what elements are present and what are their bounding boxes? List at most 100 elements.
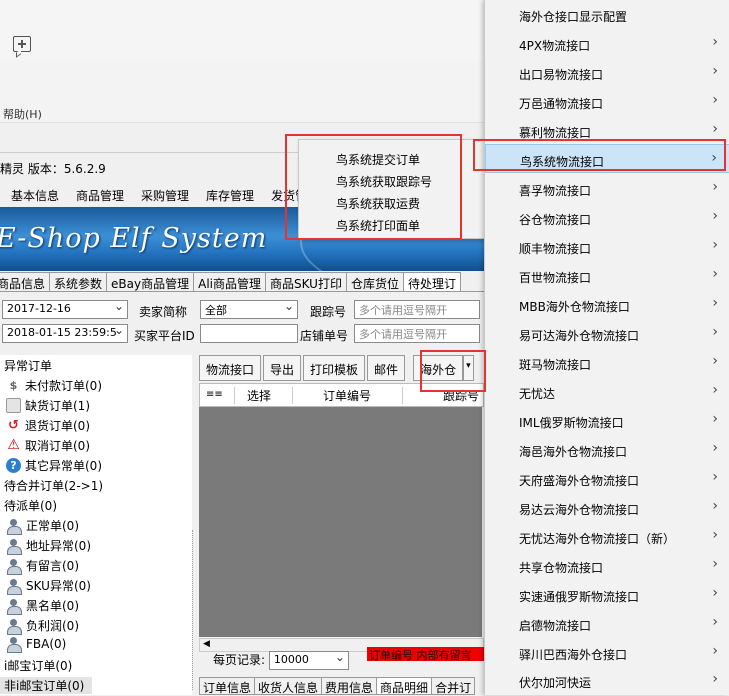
menu-item-bird-system[interactable]: 鸟系统物流接口 › (485, 144, 729, 173)
menu-item-label: 顺丰物流接口 (519, 242, 592, 256)
date-to-select[interactable]: 2018-01-15 23:59:5 (2, 324, 128, 343)
submit-order-item[interactable]: 鸟系统提交订单 (336, 151, 420, 168)
tab-pending-orders[interactable]: 待处理订 (402, 272, 461, 291)
col-select[interactable]: 选择 (234, 386, 292, 404)
overseas-warehouse-button[interactable]: 海外仓 (413, 355, 464, 381)
shop-order-input[interactable]: 多个请用逗号隔开 (354, 324, 480, 343)
tree-normal[interactable]: 正常单(0) (6, 517, 79, 535)
person-icon (6, 558, 22, 575)
menu-item-label: MBB海外仓物流接口 (519, 300, 630, 314)
tree-item-label: 负利润(0) (26, 619, 79, 633)
tree-splitter[interactable] (192, 530, 198, 690)
menu-item-sf[interactable]: 顺丰物流接口 › (485, 232, 729, 261)
seller-select[interactable]: 全部 (200, 300, 298, 319)
tree-non-taobao[interactable]: 非i邮宝订单(0) (0, 677, 92, 694)
logistics-button[interactable]: 物流接口 (199, 355, 262, 381)
menu-item-zebra[interactable]: 斑马物流接口 › (485, 348, 729, 377)
tree-item-label: 其它异常单(0) (25, 459, 102, 473)
help-menu[interactable]: 帮助(H) (3, 106, 42, 122)
chevron-right-icon: › (712, 295, 718, 311)
menu-item-wuyouda[interactable]: 无忧达 › (485, 377, 729, 406)
menu-basic-info[interactable]: 基本信息 (0, 184, 65, 206)
tree-dispatch-root[interactable]: 待派单(0) (4, 497, 57, 514)
menu-product[interactable]: 商品管理 (65, 184, 130, 206)
menu-item-shisutong[interactable]: 实速通俄罗斯物流接口 › (485, 580, 729, 609)
tab-warehouse-slot[interactable]: 仓库货位 (345, 272, 404, 291)
tab-ali-products[interactable]: Ali商品管理 (193, 272, 266, 291)
menu-item-gucang[interactable]: 谷仓物流接口 › (485, 203, 729, 232)
menu-item-chukou1[interactable]: 出口易物流接口 › (485, 58, 729, 87)
grid-menu-icon[interactable]: ≡≡ (200, 390, 234, 400)
tree-return[interactable]: ↺ 退货订单(0) (6, 417, 90, 434)
col-tracking[interactable]: 跟踪号 (402, 386, 479, 404)
tracking-label: 跟踪号 (310, 305, 347, 319)
tracking-input[interactable]: 多个请用逗号隔开 (354, 300, 480, 319)
menu-item-label: 无忧达 (519, 387, 556, 401)
tab-sku-print[interactable]: 商品SKU打印 (265, 272, 347, 291)
menu-item-qide[interactable]: 启德物流接口 › (485, 609, 729, 638)
chevron-right-icon: › (712, 469, 718, 485)
menu-item-mbb[interactable]: MBB海外仓物流接口 › (485, 290, 729, 319)
menu-item-shared-warehouse[interactable]: 共享仓物流接口 › (485, 551, 729, 580)
menu-item-wuyouda-new[interactable]: 无忧达海外仓物流接口（新） › (485, 522, 729, 551)
export-button[interactable]: 导出 (263, 355, 302, 381)
print-template-button[interactable]: 打印模板 (303, 355, 366, 381)
menu-item-haiyi[interactable]: 海邑海外仓物流接口 › (485, 435, 729, 464)
menu-item-yidayun[interactable]: 易达云海外仓物流接口 › (485, 493, 729, 522)
tab-product-detail[interactable]: 商品明细 (376, 677, 433, 695)
menu-item-4px[interactable]: 4PX物流接口 › (485, 29, 729, 58)
buyer-id-input[interactable] (200, 324, 298, 343)
tab-order-info[interactable]: 订单信息 (199, 677, 256, 695)
tab-consignee[interactable]: 收货人信息 (254, 677, 323, 695)
menu-item-tianfusheng[interactable]: 天府盛海外仓物流接口 › (485, 464, 729, 493)
tree-cancel[interactable]: ⚠ 取消订单(0) (6, 437, 90, 454)
menu-item-label: 易可达海外仓物流接口 (519, 329, 640, 343)
date-from-select[interactable]: 2017-12-16 (2, 300, 128, 319)
col-order-no[interactable]: 订单编号 (292, 386, 402, 404)
tree-out-of-stock[interactable]: 缺货订单(1) (6, 397, 90, 414)
menu-item-yikeda[interactable]: 易可达海外仓物流接口 › (485, 319, 729, 348)
chevron-right-icon: › (712, 237, 718, 253)
person-icon (6, 578, 22, 595)
tree-negative-profit[interactable]: 负利润(0) (6, 617, 79, 635)
orders-grid-body[interactable] (199, 407, 482, 637)
menu-item-best[interactable]: 百世物流接口 › (485, 261, 729, 290)
menu-item-yichuan-brazil[interactable]: 驿川巴西海外仓接口 › (485, 638, 729, 667)
tree-abnormal-root[interactable]: 异常订单 (4, 357, 52, 374)
tab-system-params[interactable]: 系统参数 (49, 272, 108, 291)
tree-taobao[interactable]: i邮宝订单(0) (4, 657, 72, 674)
tab-product-info[interactable]: 商品信息 (0, 272, 51, 291)
menu-item-winit[interactable]: 万邑通物流接口 › (485, 87, 729, 116)
get-shipping-fee-item[interactable]: 鸟系统获取运费 (336, 195, 420, 212)
overseas-dropdown-arrow[interactable]: ▾ (463, 355, 474, 381)
tree-fba[interactable]: FBA(0) (6, 637, 66, 653)
tree-merge[interactable]: 待合并订单(2->1) (4, 477, 103, 494)
get-tracking-item[interactable]: 鸟系统获取跟踪号 (336, 173, 432, 190)
tab-ebay-products[interactable]: eBay商品管理 (106, 272, 195, 291)
scroll-left-icon[interactable]: ◀ (203, 639, 210, 649)
mail-button[interactable]: 邮件 (367, 355, 406, 381)
chevron-right-icon: › (712, 585, 718, 601)
print-label-item[interactable]: 鸟系统打印面单 (336, 217, 420, 234)
tree-blacklist[interactable]: 黑名单(0) (6, 597, 79, 615)
menu-purchase[interactable]: 采购管理 (130, 184, 195, 206)
add-comment-icon[interactable] (13, 36, 31, 58)
tree-sku-error[interactable]: SKU异常(0) (6, 577, 91, 595)
menu-item-muli[interactable]: 慕利物流接口 › (485, 116, 729, 145)
menu-item-display-config[interactable]: 海外仓接口显示配置 (485, 0, 729, 29)
menu-item-label: 谷仓物流接口 (519, 213, 592, 227)
per-page-select[interactable]: 10000 (268, 651, 349, 670)
tab-fees[interactable]: 费用信息 (321, 677, 378, 695)
menu-item-volga[interactable]: 伏尔加河快运 › (485, 666, 729, 695)
tree-other-abnormal[interactable]: ? 其它异常单(0) (6, 457, 102, 474)
tree-address-error[interactable]: 地址异常(0) (6, 537, 91, 555)
tree-unpaid[interactable]: $ 未付款订单(0) (6, 377, 102, 394)
menu-inventory[interactable]: 库存管理 (195, 184, 260, 206)
tree-has-message[interactable]: 有留言(0) (6, 557, 79, 575)
menu-item-xifu[interactable]: 喜孚物流接口 › (485, 174, 729, 203)
filter-panel: 2017-12-16 2018-01-15 23:59:5 卖家简称 全部 买家… (0, 297, 484, 347)
person-icon (6, 598, 22, 615)
per-page: 每页记录: 10000 (213, 651, 349, 670)
tab-merge[interactable]: 合并订 (431, 677, 476, 695)
menu-item-iml[interactable]: IML俄罗斯物流接口 › (485, 406, 729, 435)
